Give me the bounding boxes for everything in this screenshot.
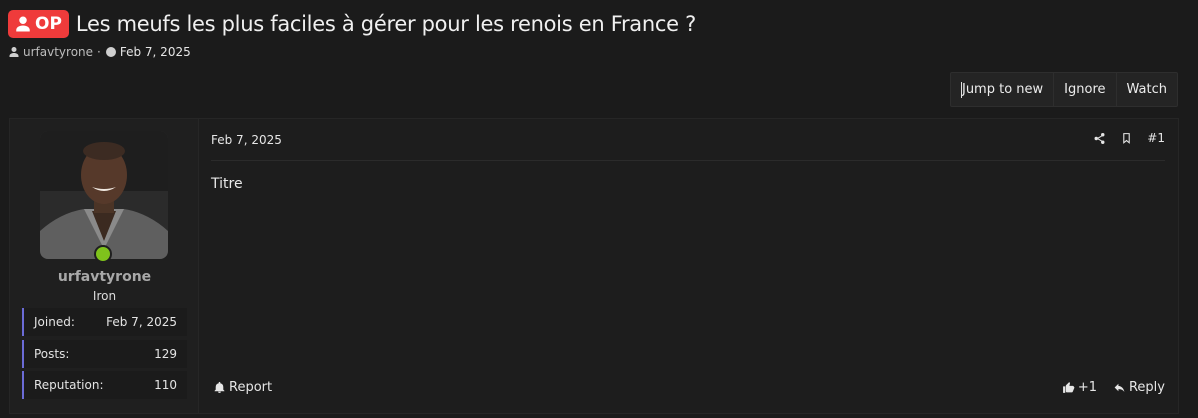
post-actions: #1 — [1093, 131, 1165, 145]
bell-icon — [214, 381, 225, 393]
stat-reputation: Reputation: 110 — [22, 371, 187, 399]
stat-joined: Joined: Feb 7, 2025 — [22, 308, 187, 336]
like-button[interactable]: +1 — [1062, 380, 1097, 395]
thread-title: Les meufs les plus faciles à gérer pour … — [75, 12, 696, 36]
jump-to-new-button[interactable]: Jump to new — [951, 73, 1053, 106]
user-icon — [16, 16, 30, 32]
bookmark-icon[interactable] — [1120, 132, 1133, 145]
stat-value: 110 — [154, 378, 177, 392]
user-rank: Iron — [92, 289, 117, 303]
clock-icon — [105, 47, 116, 57]
reply-label: Reply — [1128, 380, 1165, 395]
online-status-indicator — [94, 245, 112, 263]
post-user-panel: urfavtyrone Iron Joined: Feb 7, 2025 Pos… — [10, 119, 199, 413]
thread-header: OP Les meufs les plus faciles à gérer po… — [8, 9, 696, 39]
thumbs-up-icon — [1062, 382, 1075, 393]
reply-icon — [1114, 383, 1125, 392]
post-number[interactable]: #1 — [1147, 131, 1165, 145]
report-label: Report — [229, 380, 273, 395]
op-badge: OP — [8, 10, 69, 38]
post: urfavtyrone Iron Joined: Feb 7, 2025 Pos… — [9, 118, 1179, 414]
share-icon[interactable] — [1093, 132, 1106, 145]
ignore-button[interactable]: Ignore — [1053, 73, 1115, 106]
stat-posts: Posts: 129 — [22, 340, 187, 368]
stat-label: Posts: — [34, 347, 70, 361]
stat-value: 129 — [154, 347, 177, 361]
stat-label: Reputation: — [34, 378, 104, 392]
post-divider — [211, 160, 1165, 161]
avatar-image — [40, 131, 168, 259]
user-icon — [9, 47, 19, 57]
thread-toolbar: Jump to new Ignore Watch — [949, 72, 1178, 107]
thread-meta: urfavtyrone · Feb 7, 2025 — [8, 44, 191, 60]
post-username[interactable]: urfavtyrone — [10, 269, 199, 285]
meta-separator: · — [97, 45, 101, 59]
post-content: Feb 7, 2025 #1 Titre Report +1 Reply — [199, 119, 1178, 413]
op-badge-label: OP — [35, 14, 62, 34]
watch-button[interactable]: Watch — [1115, 73, 1177, 106]
post-body: Titre — [211, 176, 243, 192]
stat-label: Joined: — [34, 315, 75, 329]
post-footer-left: Report — [213, 380, 272, 395]
thread-author-link[interactable]: urfavtyrone — [23, 45, 93, 59]
report-button[interactable]: Report — [213, 380, 272, 395]
thread-date[interactable]: Feb 7, 2025 — [120, 45, 191, 59]
jump-to-new-label: Jump to new — [961, 82, 1044, 97]
like-count: +1 — [1077, 380, 1097, 395]
avatar[interactable] — [40, 131, 168, 259]
stat-value: Feb 7, 2025 — [106, 315, 177, 329]
post-footer-right: +1 Reply — [1062, 380, 1165, 395]
reply-button[interactable]: Reply — [1113, 380, 1165, 395]
post-date[interactable]: Feb 7, 2025 — [211, 133, 282, 147]
